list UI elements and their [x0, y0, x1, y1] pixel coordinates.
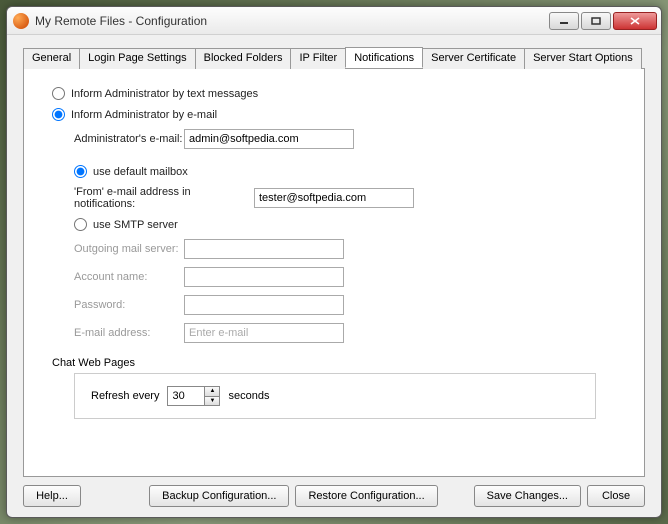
close-window-button[interactable]: [613, 12, 657, 30]
tab-server-start-options[interactable]: Server Start Options: [524, 48, 642, 69]
admin-email-row: Administrator's e-mail:: [74, 129, 616, 149]
tab-login-page-settings[interactable]: Login Page Settings: [79, 48, 195, 69]
from-email-input[interactable]: [254, 188, 414, 208]
smtp-server-row: Outgoing mail server:: [74, 239, 616, 259]
refresh-label: Refresh every: [91, 390, 159, 402]
save-changes-button[interactable]: Save Changes...: [474, 485, 581, 507]
minimize-button[interactable]: [549, 12, 579, 30]
inform-email-radio[interactable]: [52, 108, 65, 121]
titlebar: My Remote Files - Configuration: [7, 7, 661, 35]
smtp-radio[interactable]: [74, 218, 87, 231]
smtp-password-label: Password:: [74, 299, 184, 311]
notifications-panel: Inform Administrator by text messages In…: [23, 68, 645, 477]
inform-email-row: Inform Administrator by e-mail: [52, 108, 616, 121]
spinner-down[interactable]: ▼: [205, 397, 219, 406]
admin-email-input[interactable]: [184, 129, 354, 149]
smtp-password-row: Password:: [74, 295, 616, 315]
tab-strip: General Login Page Settings Blocked Fold…: [23, 47, 645, 68]
smtp-row: use SMTP server: [74, 218, 616, 231]
smtp-label: use SMTP server: [93, 219, 178, 231]
chat-pages-fieldset: Refresh every ▲ ▼ seconds: [74, 373, 596, 419]
tab-server-certificate[interactable]: Server Certificate: [422, 48, 525, 69]
smtp-server-label: Outgoing mail server:: [74, 243, 184, 255]
chat-pages-label: Chat Web Pages: [52, 357, 616, 369]
smtp-account-label: Account name:: [74, 271, 184, 283]
refresh-row: Refresh every ▲ ▼ seconds: [91, 386, 579, 406]
refresh-unit: seconds: [228, 390, 269, 402]
default-mailbox-label: use default mailbox: [93, 166, 188, 178]
inform-text-radio[interactable]: [52, 87, 65, 100]
smtp-account-row: Account name:: [74, 267, 616, 287]
restore-config-button[interactable]: Restore Configuration...: [295, 485, 437, 507]
refresh-spinner: ▲ ▼: [167, 386, 220, 406]
inform-text-row: Inform Administrator by text messages: [52, 87, 616, 100]
tab-blocked-folders[interactable]: Blocked Folders: [195, 48, 292, 69]
admin-email-label: Administrator's e-mail:: [74, 133, 184, 145]
close-button[interactable]: Close: [587, 485, 645, 507]
content-area: General Login Page Settings Blocked Fold…: [7, 35, 661, 517]
smtp-email-row: E-mail address:: [74, 323, 616, 343]
smtp-email-label: E-mail address:: [74, 327, 184, 339]
smtp-server-input[interactable]: [184, 239, 344, 259]
from-email-row: 'From' e-mail address in notifications:: [74, 186, 616, 210]
button-bar: Help... Backup Configuration... Restore …: [23, 477, 645, 507]
refresh-value-input[interactable]: [168, 387, 204, 405]
smtp-account-input[interactable]: [184, 267, 344, 287]
tab-general[interactable]: General: [23, 48, 80, 69]
inform-text-label: Inform Administrator by text messages: [71, 88, 258, 100]
window-controls: [547, 12, 657, 30]
maximize-button[interactable]: [581, 12, 611, 30]
tab-ip-filter[interactable]: IP Filter: [290, 48, 346, 69]
tab-notifications[interactable]: Notifications: [345, 47, 423, 68]
default-mailbox-row: use default mailbox: [74, 165, 616, 178]
smtp-password-input[interactable]: [184, 295, 344, 315]
help-button[interactable]: Help...: [23, 485, 81, 507]
window-title: My Remote Files - Configuration: [35, 14, 547, 28]
inform-email-label: Inform Administrator by e-mail: [71, 109, 217, 121]
backup-config-button[interactable]: Backup Configuration...: [149, 485, 289, 507]
smtp-email-input[interactable]: [184, 323, 344, 343]
app-icon: [13, 13, 29, 29]
default-mailbox-radio[interactable]: [74, 165, 87, 178]
spinner-up[interactable]: ▲: [205, 387, 219, 397]
from-email-label: 'From' e-mail address in notifications:: [74, 186, 254, 210]
config-window: My Remote Files - Configuration General …: [6, 6, 662, 518]
spinner-arrows: ▲ ▼: [204, 387, 219, 405]
